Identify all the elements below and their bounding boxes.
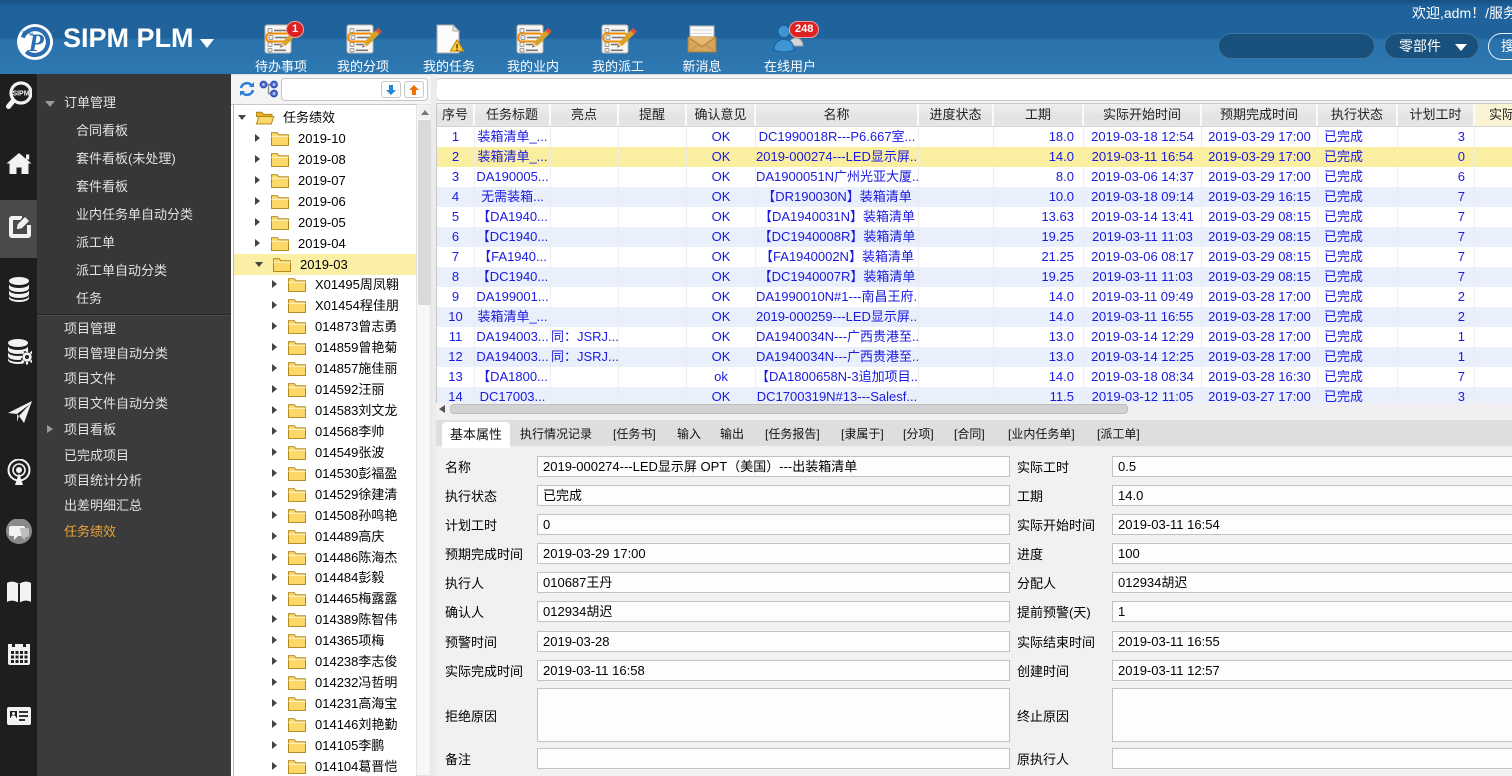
svg-text:SIPM: SIPM — [12, 91, 29, 98]
